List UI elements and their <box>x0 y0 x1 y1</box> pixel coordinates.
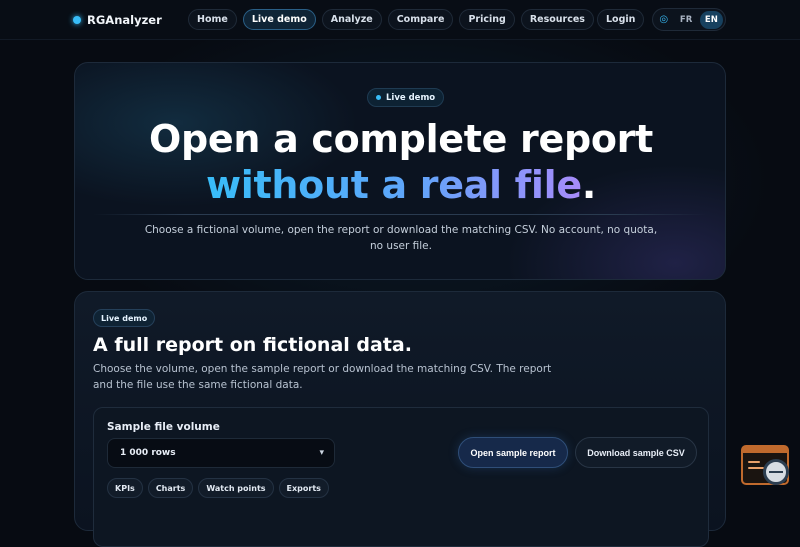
hero-title-period: . <box>581 163 596 207</box>
nav-resources[interactable]: Resources <box>520 9 594 30</box>
widget-titlebar <box>743 447 787 453</box>
login-button[interactable]: Login <box>597 9 645 30</box>
nav-analyze[interactable]: Analyze <box>321 9 382 30</box>
brand-dot-icon <box>73 16 81 24</box>
brand-name: RGAnalyzer <box>87 13 162 27</box>
chip-watch-points: Watch points <box>198 478 274 498</box>
open-sample-report-button[interactable]: Open sample report <box>458 437 568 468</box>
hero-badge-label: Live demo <box>386 92 436 103</box>
sample-panel: Sample file volume 1 000 rows ▾ Open sam… <box>93 407 709 547</box>
widget-line <box>748 461 760 463</box>
hero-divider <box>93 214 707 215</box>
top-nav: RGAnalyzer Home Live demo Analyze Compar… <box>0 0 800 40</box>
support-chat-widget-icon[interactable] <box>741 445 789 485</box>
hero-title-line2: without a real file. <box>75 163 725 207</box>
hero-subtitle: Choose a fictional volume, open the repo… <box>144 224 658 252</box>
volume-label: Sample file volume <box>107 421 220 433</box>
chip-kpis: KPIs <box>107 478 143 498</box>
nav-compare[interactable]: Compare <box>387 9 454 30</box>
language-fr[interactable]: FR <box>674 11 697 29</box>
main-nav: Home Live demo Analyze Compare Pricing R… <box>188 9 594 30</box>
hero-section: Live demo Open a complete report without… <box>74 62 726 280</box>
nav-pricing[interactable]: Pricing <box>459 9 515 30</box>
language-en[interactable]: EN <box>699 10 723 29</box>
nav-live-demo[interactable]: Live demo <box>242 9 316 30</box>
volume-select[interactable]: 1 000 rows ▾ <box>107 438 335 468</box>
hero-title-line1: Open a complete report <box>149 117 653 161</box>
demo-section: Live demo A full report on fictional dat… <box>74 291 726 547</box>
demo-badge: Live demo <box>93 309 156 327</box>
widget-line <box>748 467 764 469</box>
feature-chips: KPIs Charts Watch points Exports <box>107 478 329 498</box>
widget-avatar-icon <box>763 459 789 485</box>
chevron-down-icon: ▾ <box>319 448 324 458</box>
volume-select-value: 1 000 rows <box>120 448 176 458</box>
download-sample-csv-button[interactable]: Download sample CSV <box>575 437 697 468</box>
status-dot-icon <box>376 95 381 100</box>
demo-description: Choose the volume, open the sample repor… <box>93 363 552 391</box>
nav-home[interactable]: Home <box>188 9 237 30</box>
hero-title-highlight: without a real file <box>206 163 582 207</box>
hero-badge: Live demo <box>367 88 445 107</box>
brand-logo[interactable]: RGAnalyzer <box>73 11 162 29</box>
chip-exports: Exports <box>278 478 329 498</box>
globe-icon: ◎ <box>659 14 669 25</box>
chip-charts: Charts <box>147 478 194 498</box>
language-switcher: ◎ FR EN <box>652 8 726 31</box>
demo-title: A full report on fictional data. <box>93 334 412 356</box>
